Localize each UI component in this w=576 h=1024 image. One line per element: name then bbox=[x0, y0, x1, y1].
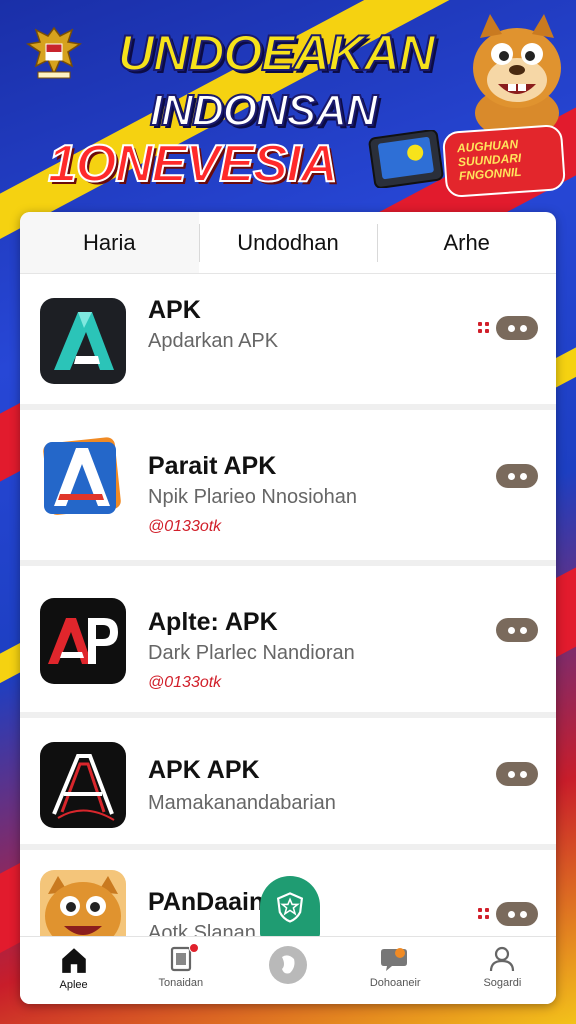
status-dots-icon bbox=[478, 322, 490, 334]
header-banner: UNDOEAKAN INDONSAN 1ONEVESIA AUGHUAN SUU… bbox=[0, 0, 576, 212]
nav-item-bookmarks[interactable]: Tonaidan bbox=[127, 937, 234, 1004]
tab-haria[interactable]: Haria bbox=[20, 212, 199, 273]
app-name: APK bbox=[148, 296, 201, 324]
nav-item-home[interactable]: Aplee bbox=[20, 937, 127, 1004]
user-icon bbox=[490, 946, 515, 972]
nav-label: Sogardi bbox=[483, 977, 522, 989]
app-name: Parait APK bbox=[148, 452, 277, 480]
more-options-button[interactable] bbox=[496, 316, 538, 340]
mascot-character-icon bbox=[473, 14, 561, 138]
nav-label: Tonaidan bbox=[158, 977, 204, 989]
list-item[interactable]: Aplte: APK Dark Plarlec Nandioran @0133o… bbox=[20, 566, 556, 718]
home-icon bbox=[61, 948, 86, 973]
list-item[interactable]: Parait APK Npik Plarieo Nnosiohan @0133o… bbox=[20, 410, 556, 566]
more-options-button[interactable] bbox=[496, 762, 538, 786]
floating-action-button[interactable] bbox=[260, 876, 320, 938]
nav-item-chat[interactable]: Dohoaneir bbox=[342, 937, 449, 1004]
app-name: APK APK bbox=[148, 756, 260, 784]
promo-badge[interactable]: AUGHUAN SUUNDARI FNGONNIL bbox=[441, 123, 567, 199]
list-item[interactable]: APK Apdarkan APK bbox=[20, 274, 556, 410]
list-item[interactable]: APK APK Mamakanandabarian bbox=[20, 718, 556, 850]
app-meta: @0133otk bbox=[148, 674, 222, 691]
tab-undodhan[interactable]: Undodhan bbox=[198, 212, 378, 273]
tab-arhe[interactable]: Arhe bbox=[377, 212, 556, 273]
orange-a-logo-icon bbox=[40, 432, 126, 518]
notification-badge bbox=[189, 943, 200, 953]
app-description: Apdarkan APK bbox=[148, 330, 279, 352]
nav-item-map[interactable] bbox=[234, 937, 341, 1004]
nav-item-profile[interactable]: Sogardi bbox=[449, 937, 556, 1004]
garuda-emblem-icon bbox=[26, 26, 82, 79]
app-list-card: Haria Undodhan Arhe APK Apdarkan APK Par… bbox=[20, 212, 556, 1004]
phone-illustration-icon bbox=[368, 130, 444, 188]
shield-star-icon bbox=[276, 892, 304, 923]
more-options-button[interactable] bbox=[496, 618, 538, 642]
app-description: Dark Plarlec Nandioran bbox=[148, 642, 355, 664]
bottom-navigation: Aplee Tonaidan Dohoaneir Sogardi bbox=[20, 936, 556, 1004]
chat-icon bbox=[381, 948, 408, 971]
app-meta: @0133otk bbox=[148, 518, 222, 535]
map-icon bbox=[269, 946, 307, 984]
more-options-button[interactable] bbox=[496, 464, 538, 488]
status-dots-icon bbox=[478, 908, 490, 920]
tab-bar: Haria Undodhan Arhe bbox=[20, 212, 556, 274]
nav-label: Dohoaneir bbox=[369, 977, 421, 989]
app-name: Aplte: APK bbox=[148, 608, 278, 636]
app-description: Npik Plarieo Nnosiohan bbox=[148, 486, 358, 508]
app-description: Mamakanandabarian bbox=[148, 792, 336, 814]
nav-label: Aplee bbox=[59, 979, 88, 991]
sketch-a-logo-icon bbox=[40, 742, 126, 828]
more-options-button[interactable] bbox=[496, 902, 538, 926]
ap-logo-icon bbox=[40, 598, 126, 684]
teal-a-logo-icon bbox=[40, 298, 126, 384]
app-name: PAnDaain bbox=[148, 888, 265, 916]
